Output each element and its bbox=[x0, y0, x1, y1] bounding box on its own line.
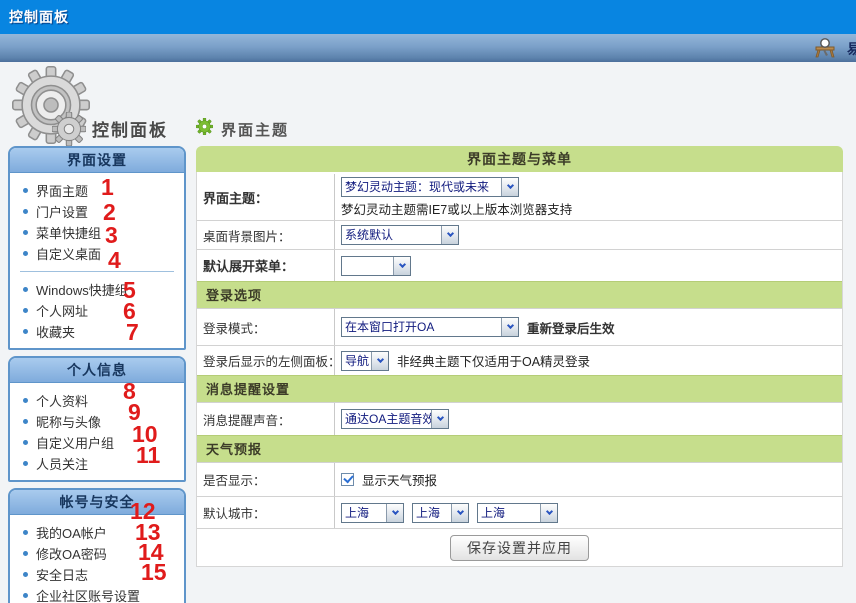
sidebar-item-portal-settings[interactable]: 门户设置 bbox=[10, 201, 184, 222]
sidebar-divider bbox=[20, 271, 174, 272]
annotation-number: 1 bbox=[101, 176, 114, 199]
city-select-province[interactable]: 上海 bbox=[341, 503, 404, 523]
theme-select[interactable]: 梦幻灵动主题：现代或未来 bbox=[341, 177, 519, 197]
login-mode-label: 登录模式： bbox=[197, 309, 335, 345]
bullet-icon bbox=[23, 419, 28, 424]
annotation-number: 3 bbox=[105, 224, 118, 247]
form-row-login-mode: 登录模式： 在本窗口打开OA 重新登录后生效 bbox=[197, 308, 842, 345]
save-button[interactable]: 保存设置并应用 bbox=[450, 535, 589, 561]
sidebar-item-interface-theme[interactable]: 界面主题 bbox=[10, 180, 184, 201]
sidebar-item-personal-urls[interactable]: 个人网址 bbox=[10, 300, 184, 321]
bullet-icon bbox=[23, 440, 28, 445]
theme-note: 梦幻灵动主题需IE7或以上版本浏览器支持 bbox=[341, 199, 572, 218]
sidebar-item-nickname-avatar[interactable]: 昵称与头像 bbox=[10, 411, 184, 432]
wallpaper-label: 桌面背景图片： bbox=[197, 221, 335, 249]
titlebar: 控制面板 bbox=[0, 0, 856, 34]
chevron-down-icon bbox=[501, 318, 518, 336]
form-row-save: 保存设置并应用 bbox=[197, 528, 842, 566]
bullet-icon bbox=[23, 230, 28, 235]
bullet-icon bbox=[23, 209, 28, 214]
chevron-down-icon bbox=[441, 226, 458, 244]
annotation-number: 11 bbox=[136, 444, 160, 467]
bullet-icon bbox=[23, 308, 28, 313]
chevron-down-icon bbox=[431, 410, 448, 428]
sidebar-item-favorites[interactable]: 收藏夹 bbox=[10, 321, 184, 342]
section-header-login: 登录选项 bbox=[197, 281, 842, 308]
section-header-weather: 天气预报 bbox=[197, 435, 842, 462]
sidebar-item-personal-profile[interactable]: 个人资料 bbox=[10, 390, 184, 411]
window-title: 控制面板 bbox=[9, 9, 69, 25]
chevron-down-icon bbox=[501, 178, 518, 196]
control-panel-window: 控制面板 易 bbox=[0, 0, 856, 603]
weather-show-checkbox[interactable] bbox=[341, 473, 354, 486]
city-label: 默认城市： bbox=[197, 497, 335, 528]
left-panel-select[interactable]: 导航 bbox=[341, 351, 389, 371]
city-select-district[interactable]: 上海 bbox=[477, 503, 558, 523]
sidebar-section-interface: 界面设置 界面主题 门户设置 菜单快捷组 自定义桌面 bbox=[8, 146, 186, 350]
bullet-icon bbox=[23, 530, 28, 535]
left-panel-label: 登录后显示的左侧面板： bbox=[197, 346, 335, 375]
sidebar-section-title: 界面设置 bbox=[10, 148, 184, 173]
sidebar-item-windows-shortcut-group[interactable]: Windows快捷组 bbox=[10, 279, 184, 300]
form-row-weather-show: 是否显示： 显示天气预报 bbox=[197, 462, 842, 496]
city-select-city[interactable]: 上海 bbox=[412, 503, 469, 523]
chevron-down-icon bbox=[393, 257, 410, 275]
chevron-down-icon bbox=[540, 504, 557, 522]
msg-sound-select[interactable]: 通达OA主题音效 bbox=[341, 409, 449, 429]
bullet-icon bbox=[23, 461, 28, 466]
toolbar: 易 bbox=[0, 34, 856, 62]
settings-panel: 界面主题与菜单 界面主题： 梦幻灵动主题：现代或未来 梦幻灵动主题需IE7或以上… bbox=[196, 146, 843, 567]
bullet-icon bbox=[23, 287, 28, 292]
bullet-icon bbox=[23, 329, 28, 334]
panel-header: 界面主题与菜单 bbox=[196, 146, 843, 172]
annotation-number: 2 bbox=[103, 201, 116, 224]
bullet-icon bbox=[23, 551, 28, 556]
chevron-down-icon bbox=[386, 504, 403, 522]
weather-show-checkbox-label: 显示天气预报 bbox=[362, 470, 437, 489]
content-title: 界面主题 bbox=[221, 119, 289, 140]
sidebar-item-custom-desktop[interactable]: 自定义桌面 bbox=[10, 243, 184, 264]
bullet-icon bbox=[23, 593, 28, 598]
page-title: 控制面板 bbox=[92, 116, 168, 141]
wallpaper-select[interactable]: 系统默认 bbox=[341, 225, 459, 245]
sidebar-section-title: 帐号与安全 bbox=[10, 490, 184, 515]
default-menu-label: 默认展开菜单： bbox=[197, 250, 335, 281]
sidebar-item-community-account[interactable]: 企业社区账号设置 bbox=[10, 585, 184, 603]
content-heading: 界面主题 bbox=[196, 118, 289, 140]
default-menu-select[interactable] bbox=[341, 256, 411, 276]
sidebar-section-title: 个人信息 bbox=[10, 358, 184, 383]
theme-label: 界面主题： bbox=[197, 174, 335, 220]
form-row-theme: 界面主题： 梦幻灵动主题：现代或未来 梦幻灵动主题需IE7或以上版本浏览器支持 bbox=[197, 172, 842, 220]
weather-show-label: 是否显示： bbox=[197, 463, 335, 496]
bullet-icon bbox=[23, 572, 28, 577]
form-row-msg-sound: 消息提醒声音： 通达OA主题音效 bbox=[197, 402, 842, 435]
annotation-number: 4 bbox=[108, 249, 121, 272]
toolbar-partial-label: 易 bbox=[847, 39, 856, 57]
form-row-wallpaper: 桌面背景图片： 系统默认 bbox=[197, 220, 842, 249]
sidebar-item-menu-shortcut-group[interactable]: 菜单快捷组 bbox=[10, 222, 184, 243]
form-row-city: 默认城市： 上海 上海 上海 bbox=[197, 496, 842, 528]
msg-sound-label: 消息提醒声音： bbox=[197, 403, 335, 435]
chevron-down-icon bbox=[371, 352, 388, 370]
bullet-icon bbox=[23, 251, 28, 256]
chevron-down-icon bbox=[451, 504, 468, 522]
annotation-number: 15 bbox=[141, 561, 167, 584]
left-panel-note: 非经典主题下仅适用于OA精灵登录 bbox=[397, 351, 590, 370]
section-header-message: 消息提醒设置 bbox=[197, 375, 842, 402]
green-gear-icon bbox=[196, 118, 213, 140]
annotation-number: 7 bbox=[126, 321, 139, 344]
form-row-left-panel: 登录后显示的左侧面板： 导航 非经典主题下仅适用于OA精灵登录 bbox=[197, 345, 842, 375]
bullet-icon bbox=[23, 398, 28, 403]
login-mode-note: 重新登录后生效 bbox=[527, 318, 615, 337]
search-user-icon[interactable] bbox=[814, 38, 836, 58]
bullet-icon bbox=[23, 188, 28, 193]
login-mode-select[interactable]: 在本窗口打开OA bbox=[341, 317, 519, 337]
form-row-default-menu: 默认展开菜单： bbox=[197, 249, 842, 281]
